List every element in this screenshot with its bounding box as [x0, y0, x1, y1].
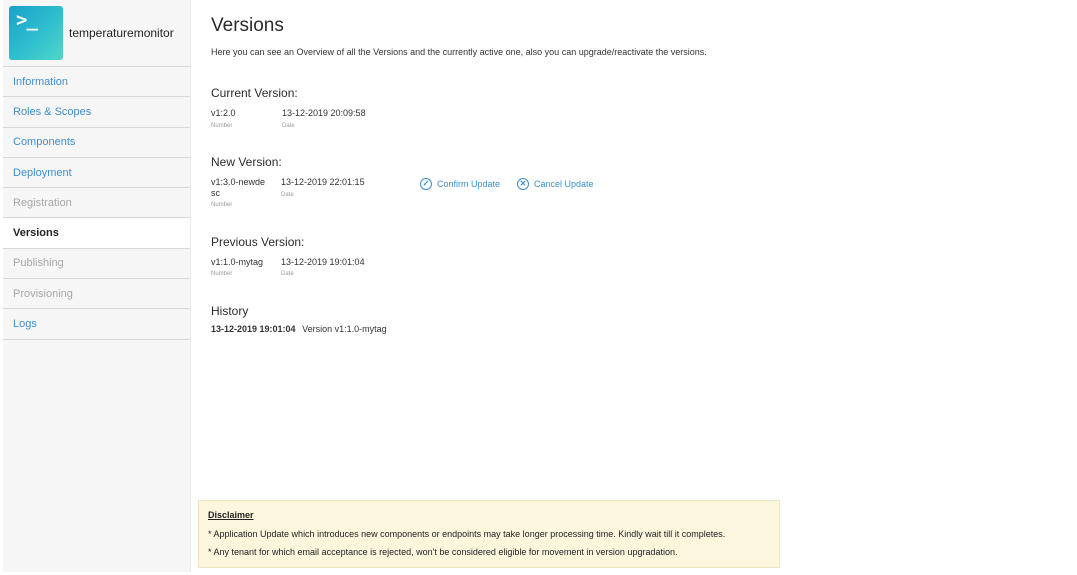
previous-date-label: Date [281, 271, 294, 277]
current-version-number: v1:2.0 [211, 108, 236, 118]
confirm-update-button[interactable]: ✓ Confirm Update [420, 178, 500, 190]
page-title: Versions [211, 15, 284, 36]
confirm-update-label: Confirm Update [437, 179, 501, 189]
new-number-label: Number [211, 202, 233, 208]
new-version-number-line2: sc [211, 188, 220, 198]
cancel-update-button[interactable]: ✕ Cancel Update [517, 178, 594, 190]
terminal-icon: >_ [16, 9, 38, 31]
check-circle-icon: ✓ [420, 178, 432, 190]
sidebar-item-registration: Registration [3, 188, 190, 219]
history-entry-text: Version v1:1.0-mytag [302, 324, 387, 334]
app-name: temperaturemonitor [69, 26, 174, 40]
previous-version-title: Previous Version: [211, 235, 305, 249]
current-date-label: Date [282, 123, 295, 129]
disclaimer-line-1: * Application Update which introduces ne… [208, 529, 726, 539]
previous-number-label: Number [211, 271, 233, 277]
history-title: History [211, 304, 249, 318]
disclaimer-line-2: * Any tenant for which email acceptance … [208, 547, 678, 557]
cancel-update-label: Cancel Update [534, 179, 594, 189]
sidebar-item-provisioning: Provisioning [3, 279, 190, 310]
sidebar-item-logs[interactable]: Logs [3, 309, 190, 340]
new-version-title: New Version: [211, 155, 282, 169]
current-version-date: 13-12-2019 20:09:58 [282, 108, 366, 118]
app-logo: >_ [9, 6, 63, 60]
sidebar-item-publishing: Publishing [3, 249, 190, 280]
disclaimer-box: Disclaimer * Application Update which in… [198, 500, 780, 568]
sidebar-item-versions[interactable]: Versions [3, 218, 190, 249]
page-description: Here you can see an Overview of all the … [211, 47, 707, 57]
sidebar: >_ temperaturemonitor Information Roles … [3, 0, 191, 572]
previous-version-date: 13-12-2019 19:01:04 [281, 257, 365, 267]
sidebar-item-deployment[interactable]: Deployment [3, 158, 190, 189]
sidebar-item-components[interactable]: Components [3, 128, 190, 158]
new-version-number-line1: v1:3.0-newde [211, 177, 266, 187]
new-version-date: 13-12-2019 22:01:15 [281, 177, 365, 187]
sidebar-item-roles-scopes[interactable]: Roles & Scopes [3, 97, 190, 128]
new-date-label: Date [281, 192, 294, 198]
disclaimer-title: Disclaimer [208, 510, 254, 520]
current-version-title: Current Version: [211, 86, 298, 100]
app-header: >_ temperaturemonitor [3, 0, 190, 67]
history-entry: 13-12-2019 19:01:04 Version v1:1.0-mytag [211, 324, 387, 335]
history-entry-date: 13-12-2019 19:01:04 [211, 324, 296, 334]
previous-version-number: v1:1.0-mytag [211, 257, 264, 267]
x-circle-icon: ✕ [517, 178, 529, 190]
current-number-label: Number [211, 123, 233, 129]
sidebar-item-information[interactable]: Information [3, 67, 190, 98]
